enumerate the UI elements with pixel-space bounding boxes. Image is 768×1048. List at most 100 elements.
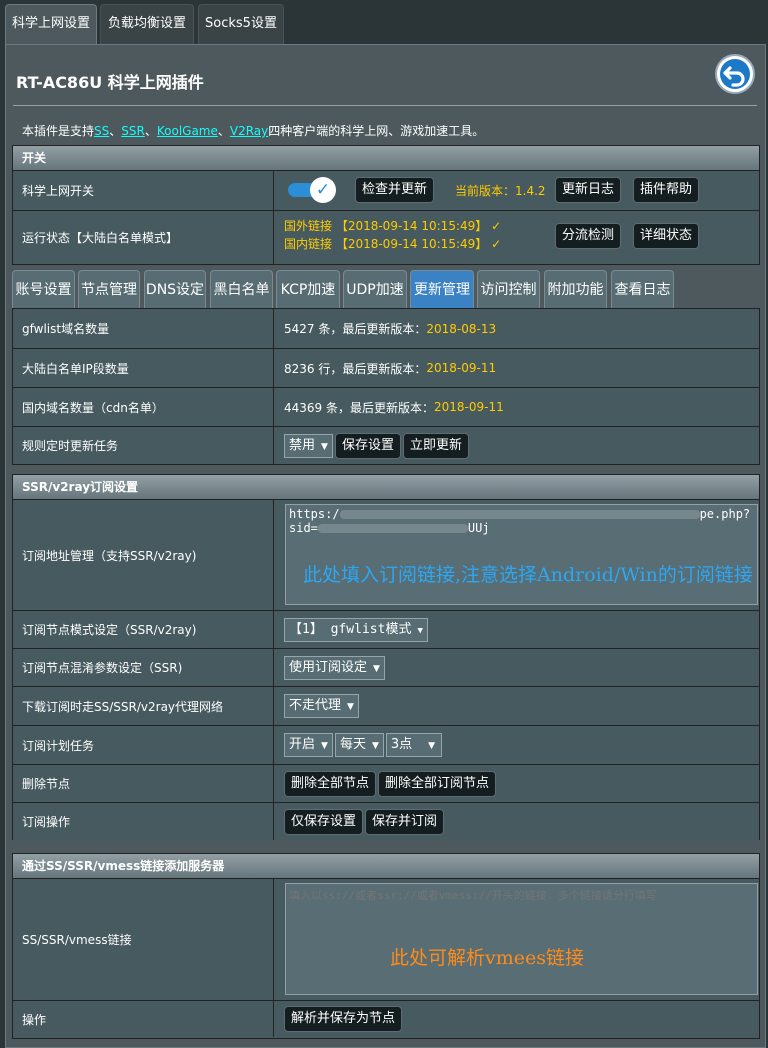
- check-icon: ✓: [310, 177, 336, 203]
- mode-select[interactable]: 【1】 gfwlist模式 ▼: [284, 617, 428, 642]
- delete-label: 删除节点: [13, 765, 274, 802]
- status-value: 国外链接 【2018-09-14 10:15:49】 ✓ 国内链接 【2018-…: [275, 211, 759, 264]
- count-text: 5427 条，最后更新版本：: [284, 322, 427, 336]
- subtab-log[interactable]: 查看日志: [611, 270, 674, 308]
- subtab-extra[interactable]: 附加功能: [544, 270, 607, 308]
- save-subscribe-button[interactable]: 保存并订阅: [365, 808, 445, 835]
- delete-sub-nodes-button[interactable]: 删除全部订阅节点: [378, 770, 497, 797]
- obfs-value: 使用订阅设定 ▼: [275, 649, 759, 686]
- switch-label: 科学上网开关: [13, 171, 274, 210]
- subtab-update[interactable]: 更新管理: [410, 270, 474, 308]
- table-row: gfwlist域名数量 5427 条，最后更新版本： 2018-08-13: [13, 309, 759, 348]
- subtab-bwlist[interactable]: 黑白名单: [210, 270, 273, 308]
- version-date: 2018-09-11: [434, 400, 504, 414]
- intro-sep: 、: [217, 124, 230, 138]
- save-settings-button[interactable]: 保存设置: [334, 432, 401, 459]
- delete-value: 删除全部节点 删除全部订阅节点: [275, 765, 759, 802]
- sub-url-row: 订阅地址管理（支持SSR/v2ray) https:/pe.php? sid= U…: [13, 500, 759, 610]
- row-value: 5427 条，最后更新版本： 2018-08-13: [275, 309, 759, 348]
- plugin-help-button[interactable]: 插件帮助: [633, 177, 700, 203]
- chevron-down-icon: ▼: [428, 741, 436, 751]
- top-tab-bar: 科学上网设置 负载均衡设置 Socks5设置: [0, 0, 768, 44]
- subtab-access[interactable]: 访问控制: [477, 270, 540, 308]
- subscription-table: SSR/v2ray订阅设置 订阅地址管理（支持SSR/v2ray) https:…: [12, 474, 760, 840]
- table-row: 国内域名数量（cdn名单） 44369 条，最后更新版本： 2018-09-11: [13, 387, 759, 426]
- link-ss[interactable]: SS: [94, 124, 109, 138]
- sub-url-hint: 此处填入订阅链接,注意选择Android/Win的订阅链接: [303, 564, 753, 586]
- proxy-toggle[interactable]: ✓: [288, 177, 338, 203]
- link-hint: 此处可解析vmees链接: [390, 947, 584, 969]
- tab-socks5[interactable]: Socks5设置: [198, 4, 284, 44]
- plan-label: 订阅计划任务: [13, 726, 274, 764]
- count-text: 44369 条，最后更新版本：: [284, 400, 434, 415]
- status-domestic: 国内链接 【2018-09-14 10:15:49】 ✓: [284, 237, 502, 251]
- cron-label: 规则定时更新任务: [13, 427, 274, 464]
- plan-frequency-select[interactable]: 每天 ▼: [334, 733, 384, 757]
- obfs-row: 订阅节点混淆参数设定（SSR) 使用订阅设定 ▼: [13, 648, 759, 686]
- plan-hour-select[interactable]: 3点 ▼: [385, 733, 443, 757]
- delete-all-nodes-button[interactable]: 删除全部节点: [284, 770, 377, 797]
- subtab-account[interactable]: 账号设置: [12, 270, 75, 308]
- plan-value: 开启 ▼ 每天 ▼ 3点 ▼: [275, 726, 759, 764]
- tab-load-balance[interactable]: 负载均衡设置: [100, 4, 194, 44]
- plan-row: 订阅计划任务 开启 ▼ 每天 ▼ 3点 ▼: [13, 725, 759, 764]
- check-update-button[interactable]: 检查并更新: [355, 177, 435, 203]
- version-date: 2018-09-11: [426, 361, 497, 375]
- chevron-down-icon: ▼: [417, 625, 423, 636]
- table-row: 大陆白名单IP段数量 8236 行，最后更新版本： 2018-09-11: [13, 348, 759, 387]
- subtab-dns[interactable]: DNS设定: [144, 270, 206, 308]
- subscription-header: SSR/v2ray订阅设置: [13, 475, 759, 500]
- subtab-kcp[interactable]: KCP加速: [276, 270, 340, 308]
- cron-select[interactable]: 禁用 ▼: [284, 433, 333, 458]
- sub-url-label: 订阅地址管理（支持SSR/v2ray): [13, 500, 274, 610]
- proxy-select[interactable]: 不走代理 ▼: [284, 694, 359, 718]
- chevron-down-icon: ▼: [321, 441, 328, 452]
- row-value: 44369 条，最后更新版本： 2018-09-11: [275, 388, 759, 426]
- save-only-button[interactable]: 仅保存设置: [284, 808, 364, 835]
- tab-proxy-settings[interactable]: 科学上网设置: [5, 4, 97, 44]
- link-value: 此处可解析vmees链接: [275, 879, 759, 1000]
- detail-status-button[interactable]: 详细状态: [633, 223, 700, 249]
- select-value: 每天: [339, 737, 366, 752]
- switch-value: ✓ 检查并更新 当前版本：1.4.2 更新日志 插件帮助: [275, 171, 759, 210]
- link-input[interactable]: [285, 883, 758, 995]
- subscription-url-input[interactable]: [285, 504, 758, 605]
- delete-row: 删除节点 删除全部节点 删除全部订阅节点: [13, 764, 759, 802]
- version-text: 当前版本：1.4.2: [455, 184, 546, 198]
- main-panel: RT-AC86U 科学上网插件 本插件是支持SS、SSR、KoolGame、V2…: [5, 44, 766, 1048]
- cron-row: 规则定时更新任务 禁用 ▼ 保存设置 立即更新: [13, 426, 759, 464]
- row-label: gfwlist域名数量: [13, 309, 274, 348]
- switch-table: 开关 科学上网开关 ✓ 检查并更新 当前版本：1.4.2 更新日志 插件帮助 运…: [12, 145, 760, 265]
- subtab-nodes[interactable]: 节点管理: [78, 270, 140, 308]
- back-button[interactable]: [715, 54, 755, 94]
- sub-op-label: 订阅操作: [13, 803, 274, 840]
- changelog-button[interactable]: 更新日志: [555, 177, 622, 203]
- link-label: SS/SSR/vmess链接: [13, 879, 274, 1000]
- row-value: 8236 行，最后更新版本： 2018-09-11: [275, 349, 759, 387]
- update-now-button[interactable]: 立即更新: [402, 432, 469, 459]
- page-title: RT-AC86U 科学上网插件: [16, 73, 204, 92]
- intro-prefix: 本插件是支持: [22, 124, 95, 138]
- update-table: gfwlist域名数量 5427 条，最后更新版本： 2018-08-13 大陆白…: [12, 308, 760, 465]
- parse-save-button[interactable]: 解析并保存为节点: [284, 1006, 403, 1032]
- select-value: 开启: [289, 737, 316, 752]
- link-header: 通过SS/SSR/vmess链接添加服务器: [13, 854, 759, 879]
- intro-suffix: 四种客户端的科学上网、游戏加速工具。: [268, 124, 485, 138]
- title-divider: [13, 105, 757, 106]
- intro-sep: 、: [109, 124, 122, 138]
- link-v2ray[interactable]: V2Ray: [230, 124, 268, 138]
- link-op-value: 解析并保存为节点: [275, 1001, 759, 1037]
- plan-enable-select[interactable]: 开启 ▼: [284, 733, 333, 757]
- obfs-select[interactable]: 使用订阅设定 ▼: [284, 655, 385, 680]
- count-text: 8236 行，最后更新版本：: [284, 361, 427, 376]
- link-row: SS/SSR/vmess链接 此处可解析vmees链接: [13, 879, 759, 1000]
- subtab-udp[interactable]: UDP加速: [343, 270, 407, 308]
- sub-op-value: 仅保存设置 保存并订阅: [275, 803, 759, 840]
- mode-select-value: 【1】 gfwlist模式: [289, 621, 412, 637]
- row-label: 国内域名数量（cdn名单）: [13, 388, 274, 426]
- link-ssr[interactable]: SSR: [121, 124, 145, 138]
- link-koolgame[interactable]: KoolGame: [157, 124, 218, 138]
- sub-tab-bar: 账号设置 节点管理 DNS设定 黑白名单 KCP加速 UDP加速 更新管理 访问…: [12, 270, 760, 308]
- split-check-button[interactable]: 分流检测: [555, 223, 622, 249]
- proxy-value: 不走代理 ▼: [275, 687, 759, 725]
